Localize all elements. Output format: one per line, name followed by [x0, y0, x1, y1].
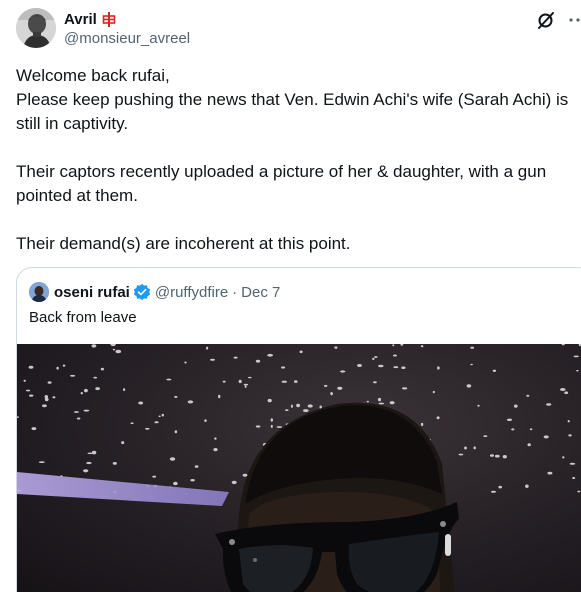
quoted-tweet-text: Back from leave [29, 309, 137, 326]
quoted-author-avatar[interactable] [29, 282, 49, 302]
tweet-text-line: Please keep pushing the news that Ven. E… [16, 90, 569, 133]
author-info: Avril @monsieur_avreel [64, 9, 190, 50]
quoted-tweet-image[interactable] [17, 344, 581, 592]
author-avatar[interactable] [16, 8, 56, 48]
tweet-text: Welcome back rufai, Please keep pushing … [16, 64, 576, 256]
red-cross-flag-icon [102, 11, 116, 27]
quoted-tweet-header: oseni rufai @ruffydfire · Dec 7 [29, 281, 280, 303]
tweet-text-line: Their demand(s) are incoherent at this p… [16, 234, 351, 253]
quoted-tweet-card[interactable]: oseni rufai @ruffydfire · Dec 7 Back fro… [16, 267, 581, 592]
tweet-text-line: Welcome back rufai, [16, 66, 170, 85]
tweet-text-line: Their captors recently uploaded a pictur… [16, 162, 547, 205]
quoted-tweet-date[interactable]: Dec 7 [241, 284, 280, 301]
quoted-author-display-name[interactable]: oseni rufai [54, 284, 130, 301]
more-icon[interactable] [565, 12, 581, 28]
quoted-author-handle[interactable]: @ruffydfire [155, 284, 228, 301]
author-handle[interactable]: @monsieur_avreel [64, 30, 190, 50]
separator-dot: · [232, 283, 238, 301]
verified-badge-icon [133, 283, 151, 301]
grok-icon[interactable] [536, 10, 556, 30]
tweet: Avril @monsieur_avreel Welcome back rufa… [0, 0, 581, 592]
author-display-name[interactable]: Avril [64, 11, 97, 28]
